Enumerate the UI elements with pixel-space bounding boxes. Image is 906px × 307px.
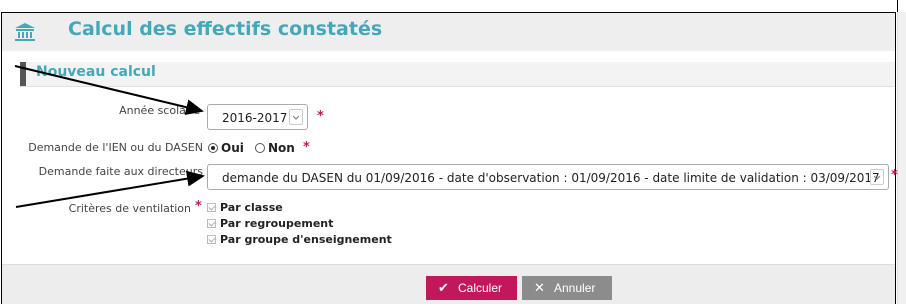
annotation-arrow	[14, 65, 204, 116]
annotation-arrows	[14, 65, 205, 208]
annotation-arrow	[15, 170, 205, 208]
